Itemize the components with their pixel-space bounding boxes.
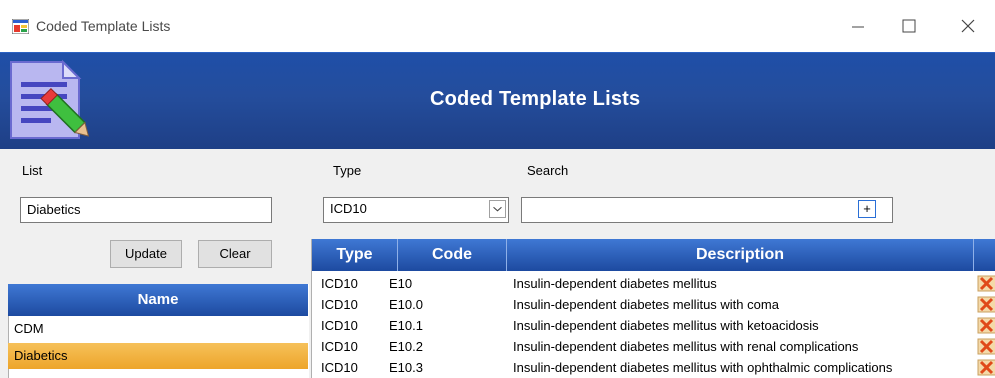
cell-type: ICD10 — [321, 297, 358, 312]
search-label: Search — [527, 163, 569, 178]
cell-type: ICD10 — [321, 318, 358, 333]
table-row[interactable]: ICD10 E10.0 Insulin-dependent diabetes m… — [312, 295, 995, 314]
cell-description: Insulin-dependent diabetes mellitus with… — [513, 297, 779, 312]
table-row[interactable]: ICD10 E10.1 Insulin-dependent diabetes m… — [312, 316, 995, 335]
document-edit-icon — [10, 59, 90, 139]
list-item-selected[interactable]: Diabetics — [8, 343, 308, 369]
update-button[interactable]: Update — [110, 240, 182, 268]
cell-description: Insulin-dependent diabetes mellitus with… — [513, 318, 819, 333]
cell-code: E10.1 — [389, 318, 423, 333]
window-title: Coded Template Lists — [36, 18, 171, 34]
cell-description: Insulin-dependent diabetes mellitus with… — [513, 360, 893, 375]
grid-header: Type Code Description — [312, 239, 995, 271]
table-row[interactable]: ICD10 E10 Insulin-dependent diabetes mel… — [312, 274, 995, 293]
header-title: Coded Template Lists — [430, 88, 641, 110]
list-name-input[interactable]: Diabetics — [20, 197, 272, 223]
cell-code: E10.0 — [389, 297, 423, 312]
column-header-description[interactable]: Description — [507, 239, 974, 271]
codes-grid: Type Code Description ICD10 E10 Insulin-… — [311, 239, 995, 378]
cell-description: Insulin-dependent diabetes mellitus — [513, 276, 717, 291]
cell-type: ICD10 — [321, 276, 358, 291]
list-label: List — [22, 163, 43, 178]
cell-type: ICD10 — [321, 339, 358, 354]
left-divider — [0, 0, 8, 378]
name-column-header[interactable]: Name — [8, 284, 308, 316]
clear-button[interactable]: Clear — [198, 240, 272, 268]
title-bar: Coded Template Lists — [0, 0, 995, 52]
table-row[interactable]: ICD10 E10.3 Insulin-dependent diabetes m… — [312, 358, 995, 377]
cell-code: E10 — [389, 276, 413, 291]
cell-code: E10.3 — [389, 360, 423, 375]
search-input[interactable] — [521, 197, 893, 223]
delete-row-icon[interactable] — [977, 359, 995, 376]
cell-type: ICD10 — [321, 360, 358, 375]
type-select-value: ICD10 — [330, 201, 367, 216]
cell-description: Insulin-dependent diabetes mellitus with… — [513, 339, 859, 354]
close-icon[interactable] — [948, 10, 988, 42]
maximize-icon[interactable] — [889, 10, 929, 42]
column-header-code[interactable]: Code — [398, 239, 507, 271]
minimize-icon[interactable] — [838, 10, 878, 42]
delete-row-icon[interactable] — [977, 296, 995, 313]
column-header-actions — [974, 239, 995, 271]
delete-row-icon[interactable] — [977, 317, 995, 334]
delete-row-icon[interactable] — [977, 275, 995, 292]
cell-code: E10.2 — [389, 339, 423, 354]
delete-row-icon[interactable] — [977, 338, 995, 355]
header-banner: Coded Template Lists — [0, 52, 995, 149]
list-item[interactable]: CDM — [8, 316, 308, 342]
column-header-type[interactable]: Type — [312, 239, 398, 271]
type-label: Type — [333, 163, 362, 178]
chevron-down-icon[interactable] — [489, 200, 506, 218]
type-select[interactable]: ICD10 — [323, 197, 509, 223]
table-row[interactable]: ICD10 E10.2 Insulin-dependent diabetes m… — [312, 337, 995, 356]
app-window-icon — [12, 19, 29, 34]
add-code-button[interactable]: + — [858, 200, 876, 218]
